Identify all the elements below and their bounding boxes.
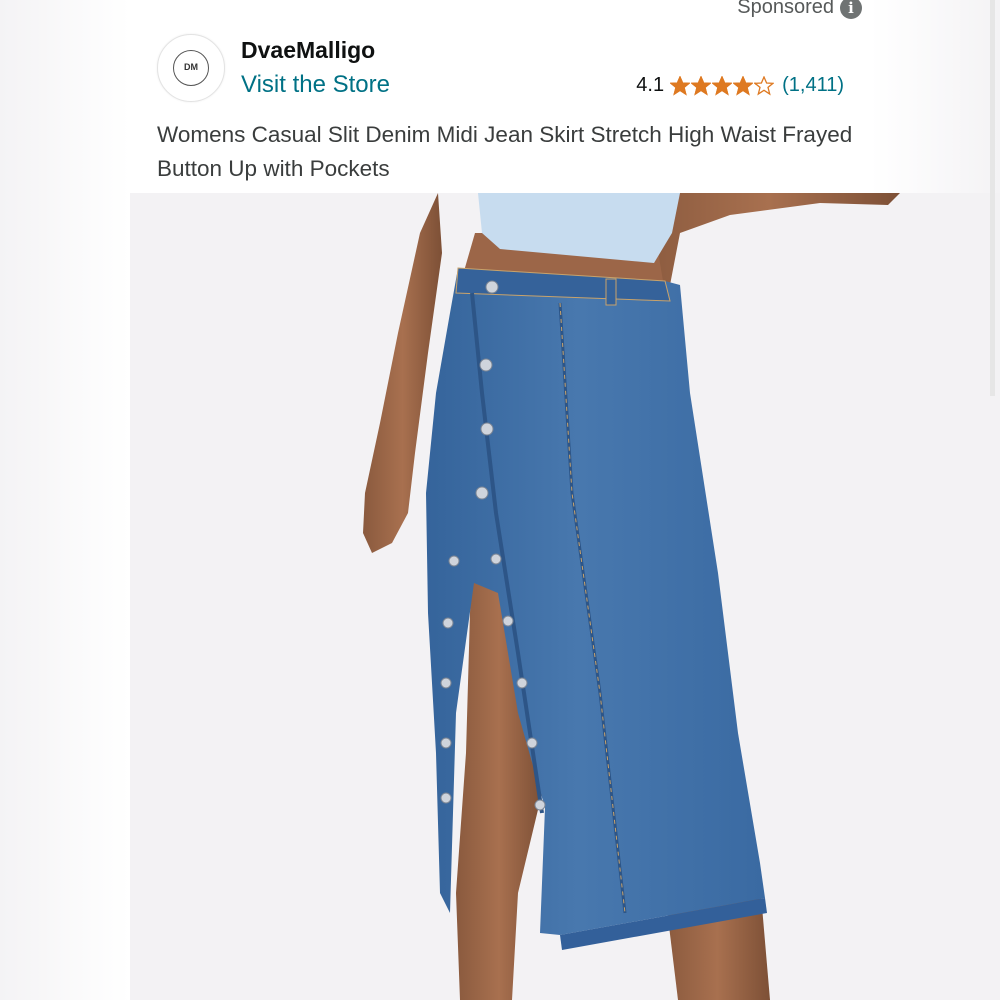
star-full-icon [712,75,733,95]
rating-value: 4.1 [636,74,665,96]
sponsored-row[interactable]: Sponsored i [737,0,862,19]
product-title[interactable]: Womens Casual Slit Denim Midi Jean Skirt… [157,118,857,186]
scrollbar[interactable] [990,0,995,396]
product-header: Sponsored i DM DvaeMalligo Visit the Sto… [130,0,870,193]
store-logo-mark: DM [173,50,209,86]
review-count-link[interactable]: (1,411) [782,74,844,97]
star-rating[interactable] [670,75,775,96]
brand-name: DvaeMalligo [241,37,376,63]
rating-row[interactable]: 4.1 (1,411) [636,74,844,97]
sponsored-label: Sponsored [737,0,834,18]
product-card[interactable]: Sponsored i DM DvaeMalligo Visit the Sto… [130,0,1000,1000]
visit-store-link[interactable]: Visit the Store [241,71,390,99]
info-icon[interactable]: i [840,0,862,19]
screen: Sponsored i DM DvaeMalligo Visit the Sto… [0,0,1000,1000]
star-full-icon [691,75,712,95]
star-full-icon [670,75,691,95]
store-logo[interactable]: DM [157,34,225,102]
star-full-icon [733,75,754,95]
product-image[interactable] [260,193,1000,1000]
star-partial-icon [754,75,775,95]
